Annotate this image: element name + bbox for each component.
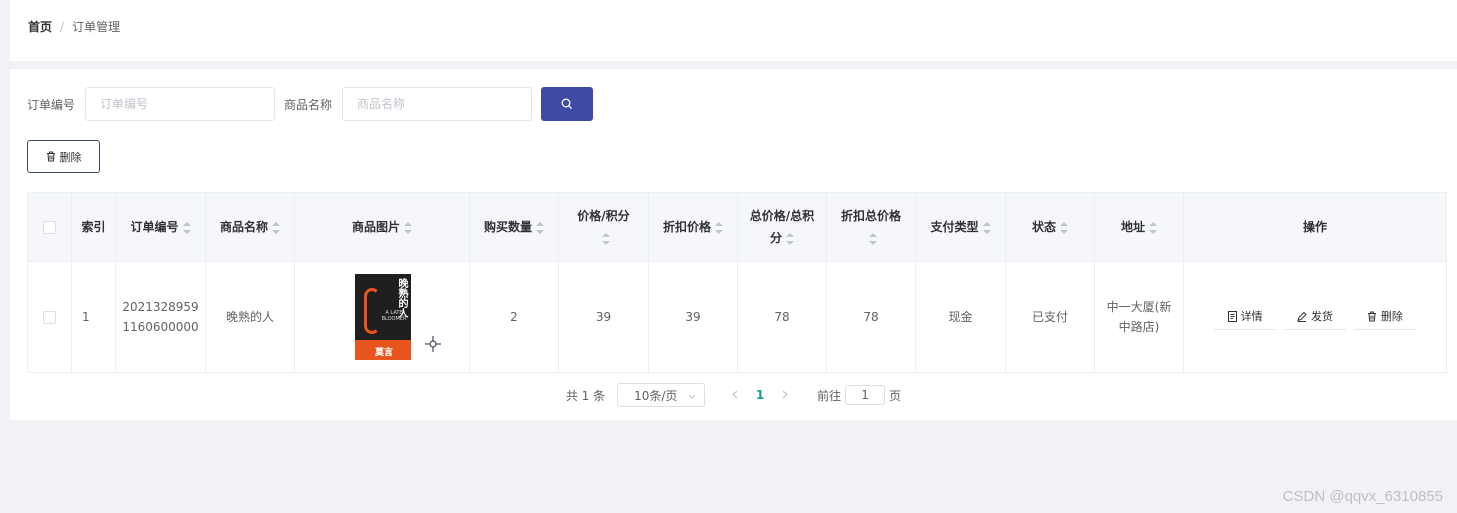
sort-icon[interactable] <box>1149 221 1157 234</box>
row-delete-label: 删除 <box>1380 309 1403 323</box>
cell-discount-total: 78 <box>826 261 916 373</box>
header-select-all[interactable] <box>27 192 72 262</box>
edit-icon <box>1297 311 1307 322</box>
chevron-down-icon <box>688 388 696 402</box>
watermark: CSDN @qqvx_6310855 <box>1282 488 1443 505</box>
header-price[interactable]: 价格/积分 <box>558 192 649 262</box>
row-checkbox[interactable] <box>43 311 56 324</box>
cover-subtitle: A LATE BLOOMER <box>381 310 407 322</box>
header-order-no[interactable]: 订单编号 <box>115 192 206 262</box>
search-icon <box>561 98 573 110</box>
header-discount-price[interactable]: 折扣价格 <box>648 192 738 262</box>
table-header-row: 索引 订单编号 商品名称 商品图片 购买数量 价格/积分 折扣价格 总价格/总积… <box>27 192 1447 262</box>
sort-icon[interactable] <box>715 221 723 234</box>
sort-icon[interactable] <box>404 221 412 234</box>
pagination: 共 1 条 10条/页 1 前往 页 <box>10 383 1457 407</box>
cell-product-name: 晚熟的人 <box>205 261 295 373</box>
prev-page-button[interactable] <box>725 388 745 402</box>
goto-page-input[interactable] <box>845 385 886 405</box>
sort-icon[interactable] <box>601 232 610 245</box>
next-page-button[interactable] <box>775 388 795 402</box>
page-size-select[interactable]: 10条/页 <box>617 383 706 407</box>
order-no-input[interactable] <box>85 87 276 121</box>
search-form: 订单编号 商品名称 <box>27 87 594 121</box>
search-button[interactable] <box>541 87 594 121</box>
breadcrumb-separator: / <box>60 19 65 34</box>
pagination-total: 共 1 条 <box>565 388 606 403</box>
cell-discount-price: 39 <box>648 261 738 373</box>
goto-suffix: 页 <box>889 388 902 403</box>
cell-index: 1 <box>71 261 116 373</box>
cell-quantity: 2 <box>469 261 559 373</box>
goto-page: 前往 页 <box>817 385 901 405</box>
breadcrumb-home[interactable]: 首页 <box>28 18 52 35</box>
cell-price: 39 <box>558 261 649 373</box>
goto-prefix: 前往 <box>817 388 842 403</box>
sort-icon[interactable] <box>1060 221 1068 234</box>
cell-payment-type: 现金 <box>915 261 1006 373</box>
crosshair-cursor-icon <box>425 336 441 358</box>
batch-delete-button[interactable]: 删除 <box>27 140 100 173</box>
sort-icon[interactable] <box>786 232 794 245</box>
order-no-label: 订单编号 <box>27 97 76 112</box>
trash-icon <box>46 151 56 162</box>
orders-table: 索引 订单编号 商品名称 商品图片 购买数量 价格/积分 折扣价格 总价格/总积… <box>27 192 1447 373</box>
ship-label: 发货 <box>1311 309 1333 323</box>
chevron-right-icon <box>782 390 789 399</box>
page-number-active[interactable]: 1 <box>749 388 771 402</box>
sort-icon[interactable] <box>869 232 877 245</box>
table-row: 1 20213289591160600000 晚熟的人 晚熟的人 A LATE … <box>27 261 1447 373</box>
breadcrumb-bar: 首页 / 订单管理 <box>10 0 1457 61</box>
cell-actions: 详情 发货 删除 <box>1183 261 1447 373</box>
document-icon <box>1227 311 1237 322</box>
breadcrumb: 首页 / 订单管理 <box>28 18 120 35</box>
header-product-name[interactable]: 商品名称 <box>205 192 295 262</box>
header-product-image[interactable]: 商品图片 <box>294 192 470 262</box>
sort-icon[interactable] <box>182 221 191 234</box>
header-payment-type[interactable]: 支付类型 <box>915 192 1006 262</box>
cell-total-price: 78 <box>737 261 827 373</box>
trash-icon <box>1367 311 1377 322</box>
ship-button[interactable]: 发货 <box>1284 304 1346 330</box>
product-name-input[interactable] <box>342 87 533 121</box>
header-status[interactable]: 状态 <box>1005 192 1095 262</box>
cover-author: 莫言 <box>375 348 394 358</box>
header-discount-total[interactable]: 折扣总价格 <box>826 192 916 262</box>
header-quantity[interactable]: 购买数量 <box>469 192 559 262</box>
header-address[interactable]: 地址 <box>1094 192 1184 262</box>
detail-label: 详情 <box>1240 309 1263 323</box>
row-select[interactable] <box>27 261 72 373</box>
product-cover-image[interactable]: 晚熟的人 A LATE BLOOMER 莫言 <box>355 274 411 360</box>
cell-order-no: 20213289591160600000 <box>115 261 206 373</box>
sort-icon[interactable] <box>536 221 544 234</box>
header-index: 索引 <box>71 192 116 262</box>
detail-button[interactable]: 详情 <box>1214 304 1277 330</box>
batch-delete-label: 删除 <box>59 150 82 164</box>
breadcrumb-current: 订单管理 <box>72 20 121 34</box>
header-total-price[interactable]: 总价格/总积分 <box>737 192 827 262</box>
cover-author-band: 莫言 <box>355 340 411 360</box>
cell-product-image: 晚熟的人 A LATE BLOOMER 莫言 <box>294 261 470 373</box>
cell-status: 已支付 <box>1005 261 1095 373</box>
sort-icon[interactable] <box>982 221 991 234</box>
row-delete-button[interactable]: 删除 <box>1353 304 1416 330</box>
product-name-label: 商品名称 <box>284 97 333 112</box>
page-size-value: 10条/页 <box>634 388 678 403</box>
select-all-checkbox[interactable] <box>43 221 56 234</box>
cell-address: 中一大厦(新中路店) <box>1094 261 1184 373</box>
chevron-left-icon <box>732 390 738 399</box>
sort-icon[interactable] <box>272 221 280 234</box>
header-actions: 操作 <box>1183 192 1447 262</box>
main-panel: 订单编号 商品名称 删除 索引 订单编号 商品名称 商品图片 购买数量 价格/积… <box>10 69 1457 420</box>
